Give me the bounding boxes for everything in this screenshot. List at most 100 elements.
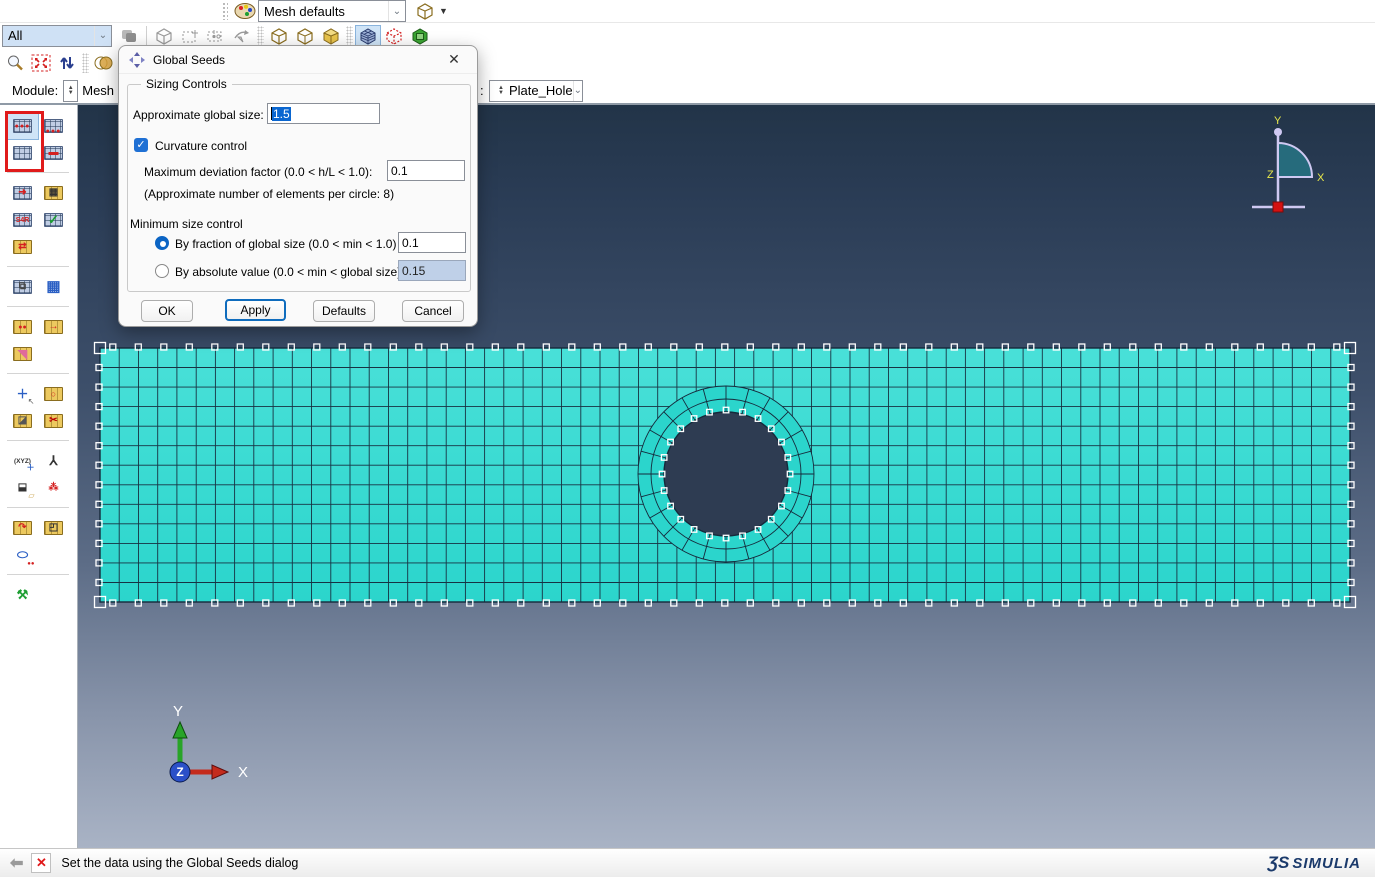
dashed-box-plus-icon[interactable] [177,25,203,47]
color-code-select[interactable]: Mesh defaults ⌄ [258,0,406,22]
mesh-region-button[interactable]: ▦ [38,179,69,206]
absolute-value-radio[interactable] [155,264,169,278]
cancel-button[interactable]: Cancel [402,300,464,322]
move-node-button[interactable]: → [38,313,69,340]
global-seeds-icon [129,52,145,68]
delete-part-seeds-button[interactable] [7,139,38,166]
part-select[interactable]: ▲▼ Plate_Hole ⌄ [489,80,583,102]
select-point-button[interactable]: ＋↖ [7,380,38,407]
swap-diagonal-button[interactable]: ↷ [7,514,38,541]
max-deviation-input[interactable]: 0.1 [387,160,465,181]
chevron-down-icon[interactable]: ⌄ [94,26,111,46]
copy-mesh-icon: ⧉ [12,278,34,296]
toolbox-divider [7,501,69,508]
module-spinner[interactable]: ▲▼ [63,80,78,102]
assign-element-type-button[interactable]: S4R [7,206,38,233]
max-deviation-label: Maximum deviation factor (0.0 < h/L < 1.… [144,165,372,179]
delete-edge-seeds-icon: ▬ [43,144,65,162]
mesh-table-icon: ▦ [43,278,65,296]
overlap-squares-icon[interactable] [116,25,142,47]
delete-edge-seeds-button[interactable]: ▬ [38,139,69,166]
module-label: Module: [12,83,58,98]
chevron-down-icon[interactable]: ⌄ [573,81,582,101]
curvature-control-checkbox[interactable]: ✓ [134,138,148,152]
defaults-button[interactable]: Defaults [313,300,375,322]
datum-point-button[interactable]: (XYZ)＋ [7,447,38,474]
toolbox-spacer [38,233,69,260]
move-node-icon: → [43,318,65,336]
fit-view-icon[interactable] [28,52,54,74]
view-triad: Z Y X [170,703,248,782]
updown-arrows-icon[interactable] [54,52,80,74]
verify-mesh-button[interactable]: ✓ [38,206,69,233]
datum-csys-button[interactable]: ⁂ [38,474,69,501]
simulia-brand: ƷS SIMULIA [1268,853,1361,873]
mesh-region-icon: ▦ [43,184,65,202]
toolbar-divider [257,26,264,46]
svg-text:X: X [1317,172,1325,184]
fraction-of-global-size-input[interactable]: 0.1 [398,232,466,253]
mesh-part-button[interactable]: ➜ [7,179,38,206]
cube-outline-icon[interactable] [151,25,177,47]
collapse-edge-icon: ◪ [12,412,34,430]
toolbar-divider [146,26,147,46]
mesh-orientation-button[interactable]: ⇄ [7,233,38,260]
sketch-loop-icon: ⬭●● [12,546,34,564]
collapse-edge-button[interactable]: ◪ [7,407,38,434]
hiddenline-render-cube-icon[interactable] [292,25,318,47]
dropdown-caret-icon[interactable]: ▼ [439,6,448,16]
datum-plane-button[interactable]: ⬓▱ [7,474,38,501]
mesh-display-cube-icon[interactable] [355,25,381,47]
seed-edges-button[interactable]: ●●● [38,112,69,139]
dashed-box-pins-icon[interactable] [203,25,229,47]
close-icon[interactable]: ✕ [441,49,467,71]
color-code-palette-icon[interactable] [232,0,258,22]
toolbox-divider [7,300,69,307]
toolbox-spacer [38,541,69,568]
datum-axis-button[interactable]: ⅄ [38,447,69,474]
sketch-loop-button[interactable]: ⬭●● [7,541,38,568]
dashed-red-cube-icon[interactable] [381,25,407,47]
mesh-table-button[interactable]: ▦ [38,273,69,300]
green-mesh-cube-icon[interactable] [407,25,433,47]
svg-text:Z: Z [176,765,183,779]
edge-circle-button[interactable]: ○ [38,380,69,407]
copy-mesh-button[interactable]: ⧉ [7,273,38,300]
fraction-of-global-size-radio[interactable] [155,236,169,250]
partition-cell-button[interactable]: ◰ [38,514,69,541]
back-arrow-icon[interactable]: ⬅ [10,853,23,873]
toolbox-divider [7,166,69,173]
overlay-circles-icon[interactable] [91,52,117,74]
display-group-select[interactable]: All ⌄ [2,25,112,47]
part-csys: Y X Z [1252,115,1325,212]
split-edge-button[interactable]: ✂ [38,407,69,434]
svg-text:Y: Y [1274,115,1282,127]
customize-toolbox-button[interactable]: ⚒ [7,581,38,608]
approx-global-size-input[interactable]: 1.5 [267,103,380,124]
dialog-titlebar[interactable]: Global Seeds ✕ [119,46,477,74]
delete-element-button[interactable]: ◥ [7,340,38,367]
toolbox-spacer [38,340,69,367]
shaded-render-cube-icon[interactable] [318,25,344,47]
wireframe-render-cube-icon[interactable] [266,25,292,47]
chevron-down-icon[interactable]: ⌄ [388,1,405,21]
toolbox-divider [7,568,69,575]
toolbar-divider [346,26,353,46]
part-spinner[interactable]: ▲▼ [495,82,507,100]
ok-button[interactable]: OK [141,300,193,322]
seed-part-button[interactable]: ●●● [7,112,38,139]
swap-diagonal-icon: ↷ [12,519,34,537]
cancel-procedure-icon[interactable]: ✕ [31,853,51,873]
edit-mesh-button[interactable]: ●● [7,313,38,340]
part-value: Plate_Hole [509,83,573,98]
apply-button[interactable]: Apply [225,299,286,321]
split-edge-icon: ✂ [43,412,65,430]
magnify-zoom-icon[interactable] [2,52,28,74]
svg-text:Y: Y [173,703,183,720]
orbit-cursor-icon[interactable] [229,25,255,47]
part-label-colon: : [480,83,484,98]
toolbar-drag-handle[interactable] [222,2,228,20]
seed-edges-icon: ●●● [43,117,65,135]
color-code-cube-button[interactable] [412,0,438,22]
seed-part-icon: ●●● [12,117,34,135]
